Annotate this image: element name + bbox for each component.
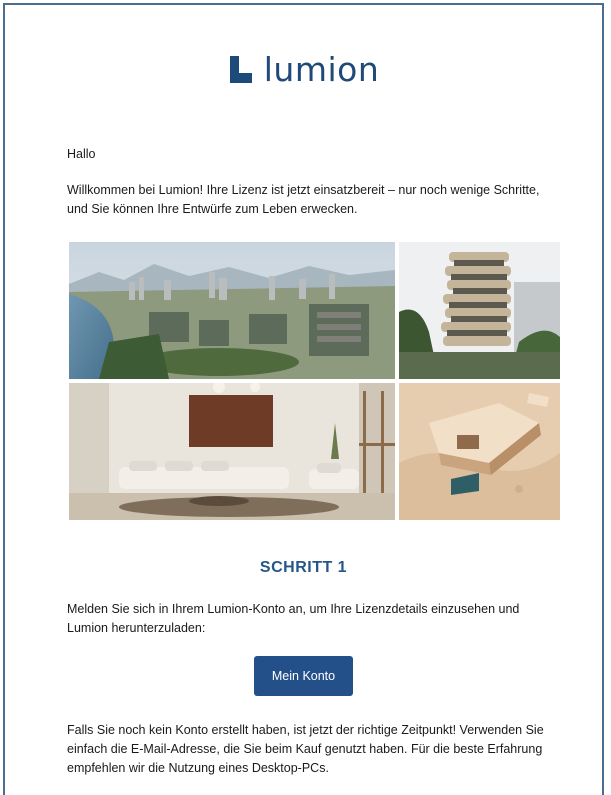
- email-frame: lumion Hallo Willkommen bei Lumion! Ihre…: [3, 3, 604, 795]
- step-heading: SCHRITT 1: [259, 559, 348, 576]
- brand-name: lumion: [263, 50, 380, 89]
- account-hint-text: Falls Sie noch kein Konto erstellt haben…: [67, 723, 544, 775]
- architectural-model-image: [399, 383, 560, 520]
- interior-render-image: [69, 383, 395, 520]
- tower-render-image: [399, 242, 560, 379]
- brand-logo[interactable]: lumion: [5, 53, 602, 86]
- render-gallery: [69, 242, 560, 520]
- intro-text: Willkommen bei Lumion! Ihre Lizenz ist j…: [67, 183, 540, 216]
- lumion-logo-icon: [229, 55, 252, 83]
- step-instructions: Melden Sie sich in Ihrem Lumion-Konto an…: [67, 602, 520, 635]
- cta-container: Mein Konto: [5, 656, 602, 696]
- greeting-text: Hallo: [67, 147, 96, 161]
- city-render-image: [69, 242, 395, 379]
- my-account-button[interactable]: Mein Konto: [254, 656, 353, 696]
